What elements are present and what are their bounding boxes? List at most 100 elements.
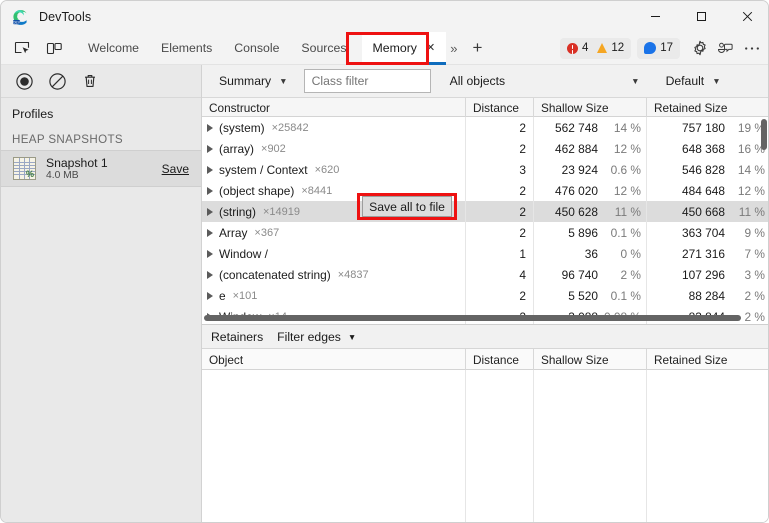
window-title: DevTools: [39, 9, 92, 24]
table-row[interactable]: Window / 1 36 0 % 271 316 7 %: [202, 243, 768, 264]
settings-gear-icon[interactable]: [687, 36, 712, 61]
constructor-count: ×14919: [263, 205, 301, 218]
tab-memory[interactable]: Memory ✕: [361, 31, 447, 65]
error-icon: [567, 42, 578, 54]
constructor-count: ×620: [314, 163, 340, 176]
table-row[interactable]: system / Context ×620 3 23 924 0.6 % 546 828 1…: [202, 159, 768, 180]
cell-shallow-size: 450 628 11 %: [534, 201, 647, 222]
save-all-to-file-menu-item[interactable]: Save all to file: [362, 196, 452, 217]
errors-warnings-badge[interactable]: 4 12: [560, 37, 632, 59]
tab-elements[interactable]: Elements: [150, 32, 223, 65]
inspect-element-icon[interactable]: [9, 35, 35, 61]
cell-retained-size: 648 368 16 %: [647, 138, 768, 159]
table-row[interactable]: (system) ×25842 2 562 748 14 % 757 180 19 %: [202, 117, 768, 138]
snapshot-name: Snapshot 1: [46, 155, 108, 170]
empty-column: [466, 370, 534, 522]
column-header-distance[interactable]: Distance: [466, 98, 534, 117]
table-row[interactable]: (object shape) ×8441 2 476 020 12 % 484 648 12…: [202, 180, 768, 201]
objects-select[interactable]: All objects ▼: [441, 69, 648, 93]
scrollbar-thumb[interactable]: [761, 119, 767, 150]
tab-sources[interactable]: Sources: [290, 32, 357, 65]
cell-constructor: (system) ×25842: [202, 117, 466, 138]
warning-count: 12: [611, 42, 625, 54]
snapshot-list-item[interactable]: % Snapshot 1 4.0 MB Save: [1, 150, 201, 187]
table-row[interactable]: (string) ×14919 2 450 628 11 % 450 668 11 %: [202, 201, 768, 222]
horizontal-scrollbar[interactable]: [204, 314, 749, 322]
expand-triangle-icon[interactable]: [207, 228, 213, 237]
column-header-shallow-size[interactable]: Shallow Size: [534, 98, 647, 117]
column-header-shallow-size[interactable]: Shallow Size: [534, 349, 647, 370]
close-icon[interactable]: ✕: [426, 42, 435, 54]
table-row[interactable]: (array) ×902 2 462 884 12 % 648 368 16 %: [202, 138, 768, 159]
heap-table: Constructor Distance Shallow Size Retain…: [202, 98, 768, 325]
scrollbar-thumb[interactable]: [204, 315, 741, 321]
clear-icon[interactable]: [43, 67, 71, 95]
expand-triangle-icon[interactable]: [207, 165, 213, 174]
sidebar-group-heap-snapshots: HEAP SNAPSHOTS: [12, 133, 123, 146]
save-all-to-file-label: Save all to file: [369, 199, 445, 214]
retained-size-value: 271 316: [682, 246, 725, 261]
maximize-button[interactable]: [678, 1, 724, 32]
constructor-name: (array): [219, 141, 255, 156]
issues-count: 17: [660, 42, 673, 54]
retained-size-value: 88 284: [688, 288, 725, 303]
expand-triangle-icon[interactable]: [207, 270, 213, 279]
constructor-name: (concatenated string): [219, 267, 331, 282]
view-select[interactable]: Summary ▼: [210, 69, 297, 93]
table-row[interactable]: Array ×367 2 5 896 0.1 % 363 704 9 %: [202, 222, 768, 243]
constructor-name: Window /: [219, 246, 268, 261]
cell-constructor: (concatenated string) ×4837: [202, 264, 466, 285]
vertical-scrollbar[interactable]: [759, 118, 768, 324]
table-row[interactable]: (concatenated string) ×4837 4 96 740 2 % 107 …: [202, 264, 768, 285]
constructor-count: ×367: [254, 226, 280, 239]
tab-list: Welcome Elements Console Sources Memory …: [77, 31, 447, 65]
heap-table-body: (system) ×25842 2 562 748 14 % 757 180 19 % (ar…: [202, 117, 768, 324]
delete-profile-icon[interactable]: [76, 67, 104, 95]
expand-triangle-icon[interactable]: [207, 144, 213, 153]
add-tab-button[interactable]: +: [463, 32, 491, 65]
table-row[interactable]: e ×101 2 5 520 0.1 % 88 284 2 %: [202, 285, 768, 306]
cell-shallow-size: 36 0 %: [534, 243, 647, 264]
cell-shallow-size: 23 924 0.6 %: [534, 159, 647, 180]
expand-triangle-icon[interactable]: [207, 123, 213, 132]
expand-triangle-icon[interactable]: [207, 186, 213, 195]
shallow-size-percent: 0.1 %: [610, 288, 641, 303]
cell-shallow-size: 476 020 12 %: [534, 180, 647, 201]
record-heap-snapshot-icon[interactable]: [10, 67, 38, 95]
column-header-object[interactable]: Object: [202, 349, 466, 370]
feedback-icon[interactable]: [713, 36, 738, 61]
column-header-retained-size[interactable]: Retained Size: [647, 349, 768, 370]
memory-panel: Summary ▼ All objects ▼ Default ▼ Constr…: [202, 65, 768, 522]
expand-triangle-icon[interactable]: [207, 249, 213, 258]
shallow-size-value: 23 924: [561, 162, 598, 177]
cell-shallow-size: 462 884 12 %: [534, 138, 647, 159]
save-snapshot-link[interactable]: Save: [162, 162, 193, 176]
device-emulation-icon[interactable]: [41, 35, 67, 61]
error-count: 4: [582, 42, 589, 54]
cell-distance: 2: [466, 222, 534, 243]
tab-console[interactable]: Console: [223, 32, 290, 65]
filter-edges-select[interactable]: Filter edges ▼: [277, 330, 356, 344]
column-header-retained-size[interactable]: Retained Size: [647, 98, 768, 117]
cell-retained-size: 107 296 3 %: [647, 264, 768, 285]
issues-badge[interactable]: 17: [637, 37, 680, 59]
retainers-title: Retainers: [211, 329, 264, 344]
status-badges: 4 12 17: [560, 36, 768, 61]
more-options-icon[interactable]: [739, 36, 764, 61]
retainers-table-header: Object Distance Shallow Size Retained Si…: [202, 349, 768, 370]
column-header-distance[interactable]: Distance: [466, 349, 534, 370]
compare-select[interactable]: Default ▼: [657, 69, 729, 93]
constructor-name: system / Context: [219, 162, 308, 177]
tab-bar: Welcome Elements Console Sources Memory …: [1, 31, 768, 65]
minimize-button[interactable]: [632, 1, 678, 32]
more-tabs-icon[interactable]: »: [450, 32, 457, 65]
close-button[interactable]: [724, 1, 768, 32]
expand-triangle-icon[interactable]: [207, 291, 213, 300]
tab-welcome[interactable]: Welcome: [77, 32, 150, 65]
cell-retained-size: 88 284 2 %: [647, 285, 768, 306]
column-header-constructor[interactable]: Constructor: [202, 98, 466, 117]
expand-triangle-icon[interactable]: [207, 207, 213, 216]
class-filter-input[interactable]: [303, 69, 431, 93]
constructor-count: ×101: [232, 289, 258, 302]
profiles-sidebar: Profiles HEAP SNAPSHOTS % Snapshot 1 4.0…: [1, 65, 202, 522]
